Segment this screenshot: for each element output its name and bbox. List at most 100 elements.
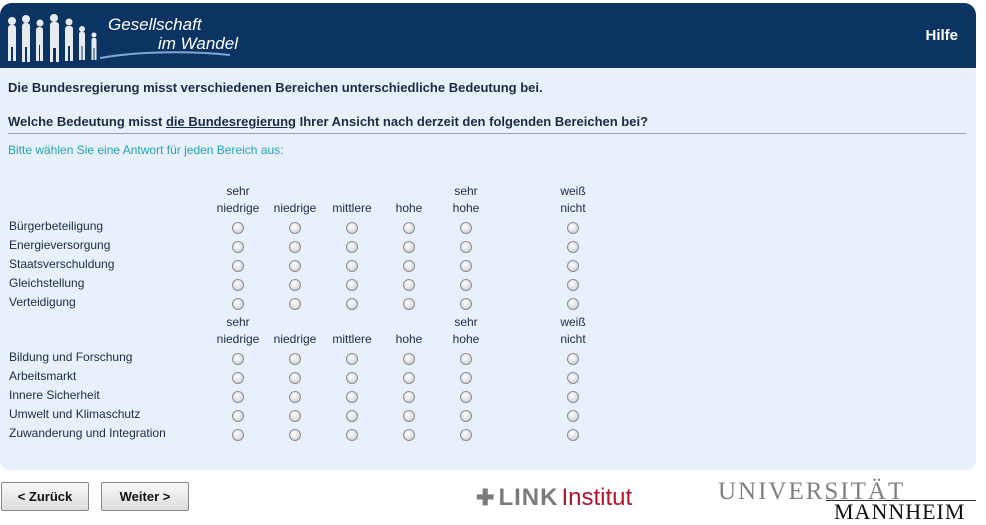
answer-radio[interactable] <box>289 372 301 384</box>
answer-radio[interactable] <box>346 222 358 234</box>
column-header: weiß nicht <box>538 314 608 348</box>
people-silhouettes-logo <box>8 14 97 62</box>
answer-radio[interactable] <box>567 410 579 422</box>
answer-radio[interactable] <box>403 410 415 422</box>
answer-radio[interactable] <box>567 260 579 272</box>
answer-radio[interactable] <box>403 298 415 310</box>
link-logo-bold: LINK <box>498 484 559 511</box>
column-header-line1: weiß <box>560 315 586 329</box>
answer-radio[interactable] <box>232 353 244 365</box>
answer-radio[interactable] <box>232 372 244 384</box>
column-header-line2: nicht <box>560 332 586 346</box>
answer-radio[interactable] <box>289 222 301 234</box>
logo-line1: Gesellschaft <box>108 15 202 34</box>
answer-radio[interactable] <box>289 410 301 422</box>
row-label: Staatsverschuldung <box>9 257 115 271</box>
row-label: Energieversorgung <box>9 238 111 252</box>
answer-radio[interactable] <box>289 279 301 291</box>
answer-radio[interactable] <box>232 298 244 310</box>
answer-radio[interactable] <box>403 241 415 253</box>
answer-radio[interactable] <box>232 279 244 291</box>
row-label: Bildung und Forschung <box>9 350 133 364</box>
answer-radio[interactable] <box>346 353 358 365</box>
column-header-line1: sehr <box>454 184 478 198</box>
answer-radio[interactable] <box>232 241 244 253</box>
answer-radio[interactable] <box>460 260 472 272</box>
answer-radio[interactable] <box>567 279 579 291</box>
universitaet-mannheim-logo: UNIVERSITÄT MANNHEIM <box>716 478 978 524</box>
answer-radio[interactable] <box>460 391 472 403</box>
question-panel: Die Bundesregierung misst verschiedenen … <box>0 68 976 470</box>
next-button[interactable]: Weiter > <box>101 482 189 511</box>
link-cross-icon: ✚ <box>476 485 495 510</box>
answer-radio[interactable] <box>403 391 415 403</box>
column-header: sehr hohe <box>431 314 501 348</box>
answer-radio[interactable] <box>403 353 415 365</box>
instruction-text: Bitte wählen Sie eine Antwort für jeden … <box>8 143 284 157</box>
row-label: Zuwanderung und Integration <box>9 426 166 440</box>
answer-radio[interactable] <box>289 298 301 310</box>
question-intro: Die Bundesregierung misst verschiedenen … <box>8 80 543 95</box>
answer-radio[interactable] <box>460 241 472 253</box>
answer-radio[interactable] <box>567 222 579 234</box>
column-header-line1: sehr <box>454 315 478 329</box>
answer-radio[interactable] <box>346 372 358 384</box>
answer-radio[interactable] <box>403 222 415 234</box>
answer-radio[interactable] <box>460 222 472 234</box>
question-text-post: Ihrer Ansicht nach derzeit den folgenden… <box>296 114 649 129</box>
answer-radio[interactable] <box>346 410 358 422</box>
answer-radio[interactable] <box>289 429 301 441</box>
answer-radio[interactable] <box>232 429 244 441</box>
answer-radio[interactable] <box>403 372 415 384</box>
answer-radio[interactable] <box>346 298 358 310</box>
answer-radio[interactable] <box>232 391 244 403</box>
column-header-line1: weiß <box>560 184 586 198</box>
answer-radio[interactable] <box>567 353 579 365</box>
answer-radio[interactable] <box>232 410 244 422</box>
answer-radio[interactable] <box>232 260 244 272</box>
answer-radio[interactable] <box>289 353 301 365</box>
answer-radio[interactable] <box>460 429 472 441</box>
row-label: Umwelt und Klimaschutz <box>9 407 141 421</box>
question-text-pre: Welche Bedeutung misst <box>8 114 166 129</box>
answer-radio[interactable] <box>460 372 472 384</box>
answer-radio[interactable] <box>403 429 415 441</box>
row-label: Gleichstellung <box>9 276 85 290</box>
row-label: Arbeitsmarkt <box>9 369 77 383</box>
answer-radio[interactable] <box>460 279 472 291</box>
row-label: Innere Sicherheit <box>9 388 100 402</box>
link-institut-logo: ✚ LINK Institut <box>476 484 632 512</box>
column-header-line2: hohe <box>452 201 480 215</box>
answer-radio[interactable] <box>346 429 358 441</box>
answer-radio[interactable] <box>460 410 472 422</box>
answer-radio[interactable] <box>289 391 301 403</box>
row-label: Verteidigung <box>9 295 76 309</box>
answer-radio[interactable] <box>346 279 358 291</box>
help-link[interactable]: Hilfe <box>925 27 958 44</box>
logo-title: Gesellschaft im Wandel <box>108 15 238 53</box>
answer-radio[interactable] <box>346 241 358 253</box>
back-button[interactable]: < Zurück <box>1 482 89 511</box>
divider <box>8 133 966 134</box>
row-label: Bürgerbeteiligung <box>9 219 104 233</box>
header-bar: Gesellschaft im Wandel Hilfe <box>0 3 976 68</box>
answer-radio[interactable] <box>460 298 472 310</box>
answer-radio[interactable] <box>567 298 579 310</box>
answer-radio[interactable] <box>346 391 358 403</box>
question-text: Welche Bedeutung misst die Bundesregieru… <box>8 114 648 129</box>
answer-radio[interactable] <box>567 391 579 403</box>
answer-radio[interactable] <box>460 353 472 365</box>
answer-radio[interactable] <box>567 241 579 253</box>
answer-radio[interactable] <box>346 260 358 272</box>
column-header-line2: nicht <box>560 201 586 215</box>
answer-radio[interactable] <box>289 260 301 272</box>
answer-radio[interactable] <box>567 372 579 384</box>
answer-radio[interactable] <box>403 279 415 291</box>
answer-radio[interactable] <box>567 429 579 441</box>
column-header-line2: hohe <box>452 332 480 346</box>
answer-radio[interactable] <box>403 260 415 272</box>
answer-radio[interactable] <box>232 222 244 234</box>
column-header: weiß nicht <box>538 183 608 217</box>
question-text-emphasis: die Bundesregierung <box>165 114 296 129</box>
answer-radio[interactable] <box>289 241 301 253</box>
